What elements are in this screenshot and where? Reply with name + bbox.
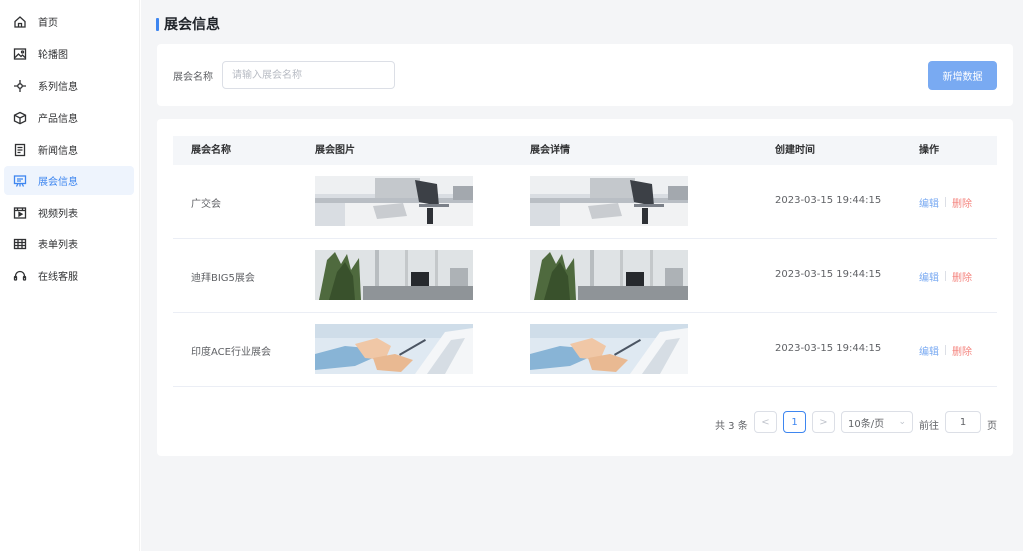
- table-row: 迪拜BIG5展会 2023-03-15 19:44:15 编辑 删除: [173, 239, 997, 313]
- exhibition-detail-image[interactable]: [530, 176, 688, 226]
- table-panel: 展会名称 展会图片 展会详情 创建时间 操作 广交会 2023-03-15 19…: [157, 119, 1013, 456]
- column-header-created: 创建时间: [775, 145, 815, 156]
- action-divider: [945, 271, 946, 281]
- page-title-text: 展会信息: [164, 17, 220, 33]
- sidebar-item-label: 首页: [38, 18, 58, 29]
- search-input[interactable]: [222, 61, 395, 89]
- sidebar: 首页 轮播图 系列信息 产品信息 新闻信息 展会信息 视频列表 表单列表 在线客…: [0, 0, 140, 551]
- sidebar-item-label: 视频列表: [38, 209, 78, 220]
- goto-page-input[interactable]: 1: [945, 411, 981, 433]
- exhibition-name: 广交会: [191, 199, 221, 210]
- page-number-current[interactable]: 1: [783, 411, 806, 433]
- exhibition-detail-image[interactable]: [530, 250, 688, 300]
- sidebar-item-label: 表单列表: [38, 240, 78, 251]
- video-icon: [13, 206, 27, 220]
- news-icon: [13, 143, 27, 157]
- sidebar-item-label: 轮播图: [38, 50, 68, 61]
- sidebar-item-label: 展会信息: [38, 177, 78, 188]
- sidebar-item-news[interactable]: 新闻信息: [4, 135, 134, 164]
- sidebar-item-label: 产品信息: [38, 114, 78, 125]
- page-size-value: 10条/页: [848, 418, 885, 430]
- title-accent-bar: [156, 17, 159, 31]
- table-row: 印度ACE行业展会 2023-03-15 19:44:15 编辑 删除: [173, 313, 997, 387]
- goto-label: 前往: [919, 421, 939, 432]
- column-header-image: 展会图片: [315, 145, 355, 156]
- exhibition-icon: [13, 174, 27, 188]
- add-data-button[interactable]: 新增数据: [928, 61, 997, 90]
- search-panel: 展会名称 新增数据: [157, 44, 1013, 106]
- next-page-button[interactable]: >: [812, 411, 835, 433]
- delete-link[interactable]: 删除: [952, 195, 972, 210]
- created-time: 2023-03-15 19:44:15: [775, 195, 882, 206]
- sidebar-item-home[interactable]: 首页: [4, 7, 134, 36]
- pagination-total: 共 3 条: [715, 421, 748, 432]
- delete-link[interactable]: 删除: [952, 269, 972, 284]
- page-size-select[interactable]: 10条/页 ⌄: [841, 411, 913, 433]
- action-divider: [945, 197, 946, 207]
- prev-page-button[interactable]: <: [754, 411, 777, 433]
- main-content: 展会信息 展会名称 新增数据 展会名称 展会图片 展会详情 创建时间 操作 广交…: [141, 0, 1023, 551]
- chevron-right-icon: >: [819, 416, 828, 428]
- created-time: 2023-03-15 19:44:15: [775, 343, 882, 354]
- exhibition-name: 迪拜BIG5展会: [191, 273, 255, 284]
- table-header: 展会名称 展会图片 展会详情 创建时间 操作: [173, 136, 997, 165]
- sidebar-item-products[interactable]: 产品信息: [4, 103, 134, 132]
- chevron-left-icon: <: [761, 416, 770, 428]
- edit-link[interactable]: 编辑: [919, 343, 939, 358]
- sidebar-item-support[interactable]: 在线客服: [4, 261, 134, 290]
- series-icon: [13, 79, 27, 93]
- column-header-name: 展会名称: [191, 145, 231, 156]
- exhibition-image[interactable]: [315, 176, 473, 226]
- table-icon: [13, 237, 27, 251]
- sidebar-item-label: 系列信息: [38, 82, 78, 93]
- sidebar-item-exhibitions[interactable]: 展会信息: [4, 166, 134, 195]
- search-label: 展会名称: [173, 72, 213, 83]
- sidebar-item-label: 在线客服: [38, 272, 78, 283]
- sidebar-item-forms[interactable]: 表单列表: [4, 229, 134, 258]
- headset-icon: [13, 269, 27, 283]
- chevron-down-icon: ⌄: [898, 417, 906, 427]
- created-time: 2023-03-15 19:44:15: [775, 269, 882, 280]
- image-icon: [13, 47, 27, 61]
- page-unit-label: 页: [987, 421, 997, 432]
- delete-link[interactable]: 删除: [952, 343, 972, 358]
- edit-link[interactable]: 编辑: [919, 195, 939, 210]
- edit-link[interactable]: 编辑: [919, 269, 939, 284]
- sidebar-item-series[interactable]: 系列信息: [4, 71, 134, 100]
- page-title: 展会信息: [156, 14, 220, 34]
- column-header-detail: 展会详情: [530, 145, 570, 156]
- action-divider: [945, 345, 946, 355]
- exhibition-image[interactable]: [315, 324, 473, 374]
- box-icon: [13, 111, 27, 125]
- home-icon: [13, 15, 27, 29]
- exhibition-image[interactable]: [315, 250, 473, 300]
- exhibition-detail-image[interactable]: [530, 324, 688, 374]
- table-row: 广交会 2023-03-15 19:44:15 编辑 删除: [173, 165, 997, 239]
- sidebar-item-carousel[interactable]: 轮播图: [4, 39, 134, 68]
- sidebar-item-label: 新闻信息: [38, 146, 78, 157]
- sidebar-item-videos[interactable]: 视频列表: [4, 198, 134, 227]
- column-header-actions: 操作: [919, 145, 939, 156]
- exhibition-name: 印度ACE行业展会: [191, 347, 271, 358]
